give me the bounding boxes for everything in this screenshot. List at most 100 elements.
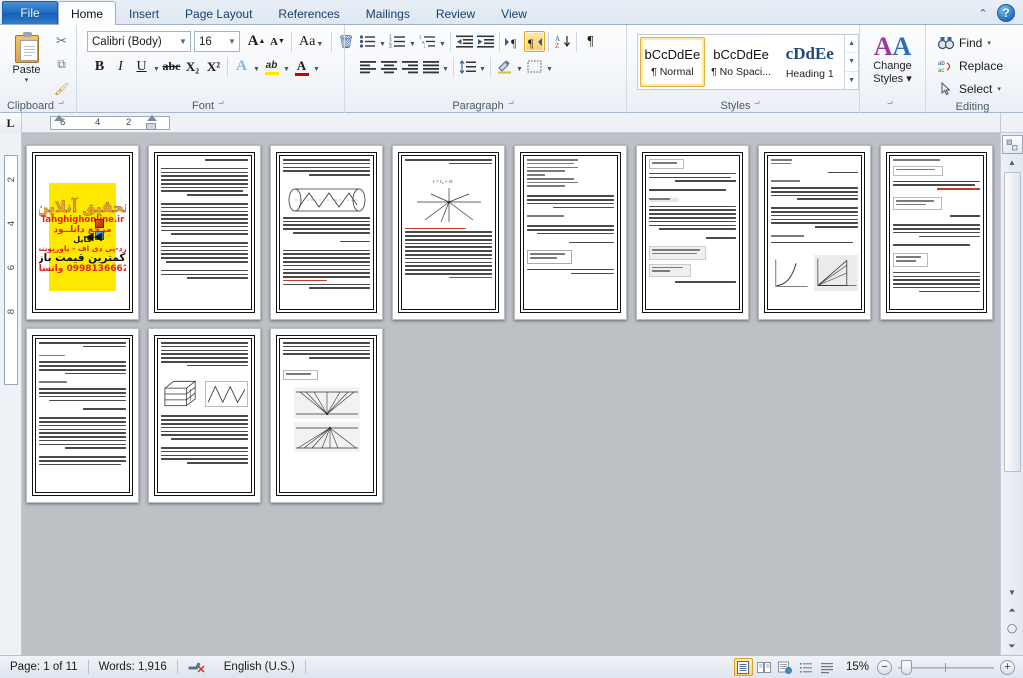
borders-dropdown-icon[interactable]: ▼ [545, 56, 554, 77]
styles-scroll-down-icon[interactable]: ▼ [845, 53, 859, 72]
select-button[interactable]: Select ▾ [935, 78, 1004, 100]
pages-scroll-area[interactable]: تحقیق آنلاین Tahghighonline.ir مرجع دانل… [22, 133, 1000, 655]
justify-dropdown-icon[interactable]: ▼ [441, 56, 450, 77]
change-styles-button[interactable]: AA Change Styles ▾ [864, 34, 921, 85]
scrollbar-thumb[interactable] [1003, 172, 1021, 472]
page-thumbnail[interactable] [26, 328, 139, 503]
styles-dialog-launcher-icon[interactable] [754, 101, 765, 112]
underline-button[interactable]: U [131, 56, 152, 77]
page-thumbnail[interactable] [636, 145, 749, 320]
vertical-ruler[interactable]: 2 4 6 8 [0, 133, 22, 655]
tab-references[interactable]: References [265, 2, 352, 24]
font-color-dropdown-icon[interactable]: ▼ [312, 56, 321, 77]
decrease-indent-button[interactable] [454, 31, 475, 52]
hanging-indent-marker[interactable] [147, 115, 157, 121]
minimize-ribbon-icon[interactable]: ⌃ [975, 5, 991, 21]
zoom-slider-thumb[interactable] [901, 659, 912, 675]
page-thumbnail[interactable]: تحقیق آنلاین Tahghighonline.ir مرجع دانل… [26, 145, 139, 320]
view-outline-button[interactable] [797, 658, 816, 676]
view-draft-button[interactable] [818, 658, 837, 676]
page-indicator[interactable]: Page: 1 of 11 [0, 656, 88, 678]
highlight-button[interactable]: ab [261, 56, 282, 77]
horizontal-ruler[interactable]: 6 4 2 [22, 113, 1000, 132]
borders-button[interactable] [524, 56, 545, 77]
page-thumbnail[interactable]: r = r₀ + vt [392, 145, 505, 320]
align-right-button[interactable] [399, 56, 420, 77]
show-formatting-marks-button[interactable]: ¶ [580, 31, 601, 52]
text-effects-button[interactable]: A [231, 56, 252, 77]
tab-home[interactable]: Home [58, 1, 117, 25]
next-page-button[interactable]: ⏷ [1002, 637, 1023, 655]
view-print-layout-button[interactable] [733, 658, 753, 676]
text-effects-dropdown-icon[interactable]: ▼ [252, 56, 261, 77]
select-browse-object-button[interactable]: ◯ [1002, 619, 1023, 637]
styles-more-icon[interactable]: ▼ [845, 72, 858, 89]
line-spacing-dropdown-icon[interactable]: ▼ [478, 56, 487, 77]
numbering-button[interactable]: 1 2 3 [387, 31, 408, 52]
align-center-button[interactable] [378, 56, 399, 77]
underline-dropdown-icon[interactable]: ▼ [152, 56, 161, 77]
page-thumbnail[interactable] [758, 145, 871, 320]
change-styles-dialog-launcher-icon[interactable] [887, 101, 898, 112]
find-button[interactable]: Find ▾ [935, 32, 994, 54]
style-item-normal[interactable]: bCcDdEe ¶ Normal [640, 37, 705, 87]
font-color-button[interactable]: A [291, 56, 312, 77]
justify-button[interactable] [420, 56, 441, 77]
chevron-down-icon[interactable]: ▼ [176, 37, 190, 46]
find-dropdown-icon[interactable]: ▾ [987, 39, 991, 47]
italic-button[interactable]: I [110, 56, 131, 77]
previous-page-button[interactable]: ⏶ [1002, 601, 1023, 619]
tab-mailings[interactable]: Mailings [353, 2, 423, 24]
page-thumbnail[interactable] [270, 328, 383, 503]
increase-indent-button[interactable] [475, 31, 496, 52]
strikethrough-button[interactable]: abc [161, 56, 182, 77]
split-window-icon[interactable] [1001, 135, 1023, 154]
page-thumbnail[interactable] [270, 145, 383, 320]
bold-button[interactable]: B [89, 56, 110, 77]
superscript-button[interactable]: X² [203, 56, 224, 77]
page-thumbnail[interactable] [880, 145, 993, 320]
rtl-text-direction-button[interactable]: ¶ [524, 31, 545, 52]
tab-page-layout[interactable]: Page Layout [172, 2, 265, 24]
multilevel-list-button[interactable]: 1 a i [417, 31, 438, 52]
format-painter-button[interactable]: 🖌 [51, 78, 72, 99]
word-count[interactable]: Words: 1,916 [89, 656, 177, 678]
multilevel-dropdown-icon[interactable]: ▼ [438, 31, 447, 52]
zoom-slider[interactable] [898, 659, 994, 675]
paste-button[interactable]: Paste ▾ [4, 30, 49, 84]
zoom-level[interactable]: 15% [838, 661, 877, 673]
style-item-heading1[interactable]: cDdEe Heading 1 [777, 37, 843, 87]
zoom-in-button[interactable]: + [1000, 659, 1015, 675]
tab-file[interactable]: File [2, 1, 58, 24]
view-full-screen-reading-button[interactable] [755, 658, 774, 676]
line-spacing-button[interactable] [457, 56, 478, 77]
font-name-combo[interactable]: Calibri (Body) ▼ [87, 31, 191, 52]
copy-button[interactable]: ⧉ [51, 54, 72, 75]
clipboard-dialog-launcher-icon[interactable] [58, 101, 69, 112]
scrollbar-track[interactable] [1004, 473, 1021, 584]
highlight-dropdown-icon[interactable]: ▼ [282, 56, 291, 77]
subscript-button[interactable]: X₂ [182, 56, 203, 77]
view-web-layout-button[interactable] [776, 658, 795, 676]
numbering-dropdown-icon[interactable]: ▼ [408, 31, 417, 52]
first-line-indent-marker[interactable] [54, 115, 64, 121]
cut-button[interactable]: ✂ [51, 30, 72, 51]
style-item-no-spacing[interactable]: bCcDdEe ¶ No Spaci... [708, 37, 774, 87]
tab-view[interactable]: View [488, 2, 540, 24]
font-size-combo[interactable]: 16 ▼ [194, 31, 240, 52]
grow-font-button[interactable]: A ▲ [246, 31, 267, 52]
tab-review[interactable]: Review [423, 2, 488, 24]
scroll-down-button[interactable]: ▼ [1002, 584, 1023, 601]
select-dropdown-icon[interactable]: ▾ [997, 85, 1001, 93]
zoom-out-button[interactable]: − [877, 659, 892, 675]
page-thumbnail[interactable] [514, 145, 627, 320]
change-case-button[interactable]: Aa ▼ [295, 31, 328, 52]
sort-button[interactable]: A Z [552, 31, 573, 52]
language-indicator[interactable]: English (U.S.) [214, 656, 305, 678]
left-indent-marker[interactable] [146, 123, 156, 130]
font-dialog-launcher-icon[interactable] [218, 101, 229, 112]
vertical-scrollbar[interactable]: ▲ ▼ ⏶ ◯ ⏷ [1000, 133, 1023, 655]
help-icon[interactable]: ? [997, 4, 1015, 22]
align-left-button[interactable] [357, 56, 378, 77]
ltr-text-direction-button[interactable]: ¶ [503, 31, 524, 52]
